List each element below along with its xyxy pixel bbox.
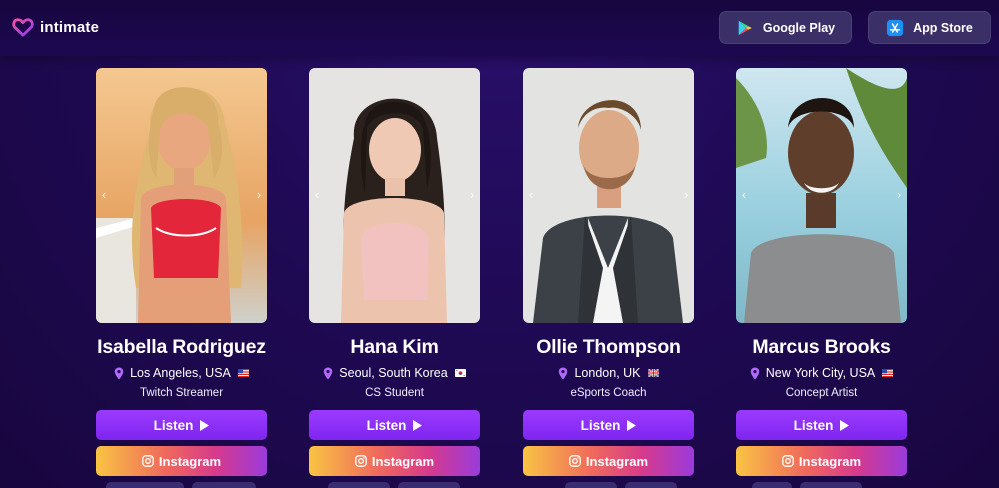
offscreen-tag[interactable]	[106, 482, 184, 488]
profile-location: New York City, USA	[736, 365, 907, 381]
app-store-label: App Store	[913, 20, 973, 35]
offscreen-tag[interactable]	[625, 482, 677, 488]
offscreen-tag[interactable]	[192, 482, 256, 488]
offscreen-tag[interactable]	[752, 482, 792, 488]
google-play-icon	[738, 20, 752, 35]
app-store-button[interactable]: App Store	[868, 11, 991, 44]
instagram-label: Instagram	[158, 453, 222, 469]
top-navigation-bar: intimate Google Play App Store	[0, 0, 999, 56]
location-pin-icon	[324, 367, 333, 379]
instagram-icon	[355, 455, 367, 467]
location-text: New York City, USA	[765, 366, 876, 380]
listen-label: Listen	[366, 417, 407, 433]
instagram-icon	[569, 455, 581, 467]
profile-role: Concept Artist	[785, 387, 858, 399]
profile-photo[interactable]: ‹ ›	[309, 68, 480, 323]
play-icon	[200, 419, 210, 431]
portrait-photo-man-suit	[523, 68, 694, 323]
location-pin-icon	[559, 367, 568, 379]
us-flag-icon	[237, 369, 249, 377]
instagram-icon	[142, 455, 154, 467]
instagram-icon	[782, 455, 794, 467]
play-icon	[840, 419, 850, 431]
instagram-button[interactable]: Instagram	[736, 446, 907, 476]
brand[interactable]: intimate	[12, 15, 99, 39]
portrait-photo-man-grey-shirt-beach	[736, 68, 907, 323]
profile-photo[interactable]: ‹ ›	[96, 68, 267, 323]
app-store-icon	[887, 19, 904, 36]
next-photo-arrow[interactable]: ›	[464, 186, 480, 204]
next-photo-arrow[interactable]: ›	[251, 186, 267, 204]
profile-card: ‹ › Hana Kim Seoul, South Korea CS Stude…	[309, 68, 480, 476]
portrait-photo-woman-pink-top	[309, 68, 480, 323]
instagram-label: Instagram	[798, 453, 862, 469]
profile-photo[interactable]: ‹ ›	[736, 68, 907, 323]
profile-location: Seoul, South Korea	[309, 365, 480, 381]
profile-name: Marcus Brooks	[752, 336, 891, 358]
location-text: Los Angeles, USA	[130, 366, 231, 380]
uk-flag-icon	[647, 369, 659, 377]
profile-card: ‹ › Ollie Thompson London, UK eSports Co…	[523, 68, 694, 476]
offscreen-tag[interactable]	[800, 482, 862, 488]
listen-button[interactable]: Listen	[309, 410, 480, 440]
google-play-label: Google Play	[762, 20, 836, 35]
profile-photo[interactable]: ‹ ›	[523, 68, 694, 323]
location-pin-icon	[114, 367, 124, 379]
profile-name: Ollie Thompson	[536, 336, 681, 358]
profile-card: ‹ › Isabella Rodriguez Los Angeles, USA …	[96, 68, 267, 476]
listen-button[interactable]: Listen	[736, 410, 907, 440]
location-text: London, UK	[574, 366, 641, 380]
play-icon	[627, 419, 637, 431]
instagram-label: Instagram	[371, 453, 435, 469]
listen-label: Listen	[793, 417, 834, 433]
listen-button[interactable]: Listen	[523, 410, 694, 440]
previous-photo-arrow[interactable]: ‹	[96, 186, 112, 204]
listen-label: Listen	[153, 417, 194, 433]
listen-label: Listen	[580, 417, 621, 433]
profile-role: CS Student	[365, 387, 424, 399]
instagram-label: Instagram	[585, 453, 649, 469]
brand-name: intimate	[40, 18, 100, 36]
kr-flag-icon	[454, 369, 466, 377]
profile-location: Los Angeles, USA	[96, 365, 267, 381]
listen-button[interactable]: Listen	[96, 410, 267, 440]
portrait-photo-beach-woman-red-top	[96, 68, 267, 323]
profile-location: London, UK	[523, 365, 694, 381]
profile-name: Isabella Rodriguez	[97, 336, 266, 358]
us-flag-icon	[882, 369, 894, 377]
offscreen-tag[interactable]	[565, 482, 617, 488]
previous-photo-arrow[interactable]: ‹	[309, 186, 325, 204]
play-icon	[413, 419, 423, 431]
heart-logo-icon	[12, 18, 34, 37]
offscreen-tag[interactable]	[398, 482, 460, 488]
google-play-button[interactable]: Google Play	[719, 11, 852, 44]
profile-name: Hana Kim	[350, 336, 439, 358]
location-text: Seoul, South Korea	[339, 366, 448, 380]
instagram-button[interactable]: Instagram	[309, 446, 480, 476]
previous-photo-arrow[interactable]: ‹	[523, 186, 539, 204]
profile-card: ‹ › Marcus Brooks New York City, USA Con…	[736, 68, 907, 476]
next-photo-arrow[interactable]: ›	[891, 186, 907, 204]
offscreen-tag[interactable]	[328, 482, 390, 488]
location-pin-icon	[750, 367, 759, 379]
profile-role: eSports Coach	[570, 387, 647, 399]
instagram-button[interactable]: Instagram	[523, 446, 694, 476]
previous-photo-arrow[interactable]: ‹	[736, 186, 752, 204]
profile-role: Twitch Streamer	[139, 387, 224, 399]
next-photo-arrow[interactable]: ›	[678, 186, 694, 204]
instagram-button[interactable]: Instagram	[96, 446, 267, 476]
